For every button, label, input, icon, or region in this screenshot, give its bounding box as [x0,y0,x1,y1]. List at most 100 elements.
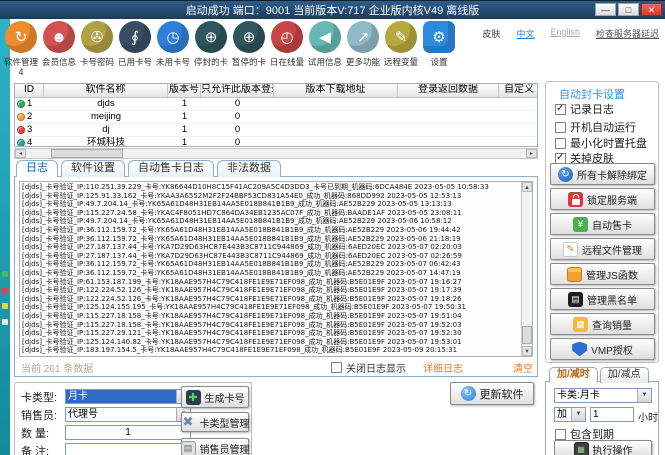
sync-icon: ↻ [5,21,37,53]
paperclip-icon: ∮ [119,21,151,53]
toolbar-used-cards[interactable]: ∮ 已用卡号 [116,21,154,76]
clear-log-link[interactable]: 清空 [513,360,533,375]
minimize-button[interactable]: — [595,3,616,16]
ops-operation-select[interactable]: 加 ▼ [554,407,586,422]
checkbox-icon[interactable] [555,122,566,133]
toolbar-banned-cards[interactable]: ⊕ 停封的卡 [192,21,230,76]
tab-add-subtract-time[interactable]: 加/减时 [549,367,598,383]
update-software-button[interactable]: ↻ 更新软件 [450,382,534,405]
scroll-right-icon[interactable]: ▸ [526,149,537,158]
minimize-to-tray-checkbox[interactable]: 最小化时置托盘 [555,135,647,151]
document-icon: ✎ [385,21,417,53]
toolbar-settings[interactable]: ⚙ 设置 [420,21,458,76]
refresh-icon: ↻ [461,386,476,401]
toolbar-card-password[interactable]: ✇ 卡号密码 [78,21,116,76]
unbind-all-cards-button[interactable]: ↻ 所有卡解除绑定 [550,163,655,185]
table-row[interactable]: 2 meijing 1 0 [15,111,537,124]
query-sales-button[interactable]: ▦ 查询销量 [550,313,655,335]
auto-sell-button[interactable]: ¥ 自动售卡 [550,213,655,235]
chinese-link[interactable]: 中文 [516,27,534,40]
toolbar-paused-cards[interactable]: ⊕ 暂停的卡 [230,21,268,76]
ops-amount-input[interactable] [590,407,634,422]
detail-log-link[interactable]: 详细日志 [423,360,463,375]
scroll-up-icon[interactable]: ▲ [522,182,532,192]
document-pencil-icon: ✎ [563,242,578,257]
remote-file-manage-button[interactable]: ✎ 远程文件管理 [550,238,655,260]
clock-icon: ◷ [157,21,189,53]
toolbar-unused-cards[interactable]: ◷ 未用卡号 [154,21,192,76]
tools-icon: ✖ [181,415,196,430]
maximize-button[interactable]: □ [618,3,639,16]
manage-js-functions-button[interactable]: 管理JS函数 [550,263,655,285]
ops-card-type-select[interactable]: 卡类:月卡 ▼ [554,388,652,403]
skin-link[interactable]: 皮肤 [482,27,500,40]
quantity-input[interactable] [65,425,191,440]
seller-select[interactable]: 代理号 ▼ [65,407,191,422]
close-button[interactable]: ✕ [641,3,662,16]
lock-server-button[interactable]: 锁定服务端 [550,188,655,210]
log-output[interactable]: [djds]_卡号验证_IP:110.251.39.229_卡号:YK86644… [19,181,533,357]
scroll-down-icon[interactable]: ▼ [522,346,532,356]
tab-illegal-data[interactable]: 非法数据 [217,160,281,177]
autostart-checkbox[interactable]: 开机自动运行 [555,119,636,135]
main-tabs: 日志 软件设置 自动售卡日志 非法数据 [16,160,284,177]
card-generate-group: 卡类型: 月卡 ▼ 销售员: 代理号 ▼ 数 量: 备 注: ✚ 生成卡号 ✖ [14,382,252,455]
gear-icon: ⚙ [423,21,455,53]
background-fragment [2,287,8,293]
log-line: [djds]_卡号验证_IP:115.227.18.158_卡号:YK18AAE… [22,321,520,330]
card-type-select[interactable]: 月卡 ▼ [65,389,191,404]
scrollbar-thumb[interactable] [51,149,123,158]
main-toolbar: ↻ 软件管理 4 ☻ 会员信息 ✇ 卡号密码 ∮ 已用卡号 ◷ 未用卡号 ⊕ 停… [2,21,458,76]
toolbar-more-functions[interactable]: ↗ 更多功能 [344,21,382,76]
lock-icon [568,192,583,207]
tab-add-subtract-points[interactable]: 加/减点 [600,367,649,383]
log-count: 当前 261 条数据 [21,360,93,375]
english-link[interactable]: English [550,27,580,40]
card-type-manage-button[interactable]: ✖ 卡类型管理 [181,412,249,432]
log-line: [djds]_卡号验证_IP:36.112.159.72_卡号:YK65A61D… [22,260,520,269]
ops-box: 加/减时 加/减点 卡类:月卡 ▼ 加 ▼ 小时 包含到期 ▦ 执行操作 [545,367,659,455]
table-row[interactable]: 3 dj 1 0 [15,124,537,137]
log-line: [djds]_卡号验证_IP:183.197.154.5_卡号:YK18AAE9… [22,346,520,355]
record-log-checkbox[interactable]: 记录日志 [555,101,614,117]
generate-card-button[interactable]: ✚ 生成卡号 [181,386,249,408]
execute-operation-button[interactable]: ▦ 执行操作 [554,440,652,455]
table-row[interactable]: 4 环城科技 1 0 [15,137,537,147]
tab-log[interactable]: 日志 [16,160,58,177]
vmp-authorize-button[interactable]: VMP授权 [550,338,655,360]
check-server-latency-link[interactable]: 检查服务器延迟 [596,27,659,40]
auto-ban-settings-link[interactable]: 自动封卡设置 [559,86,625,102]
table-horizontal-scrollbar[interactable]: ◂ ▸ [14,148,538,159]
checkbox-icon[interactable] [555,104,566,115]
toolbar-remote-variables[interactable]: ✎ 远程变量 [382,21,420,76]
tab-software-settings[interactable]: 软件设置 [61,160,125,177]
checkbox-icon[interactable] [555,429,566,440]
megaphone-icon: ◀ [309,21,341,53]
log-vertical-scrollbar[interactable]: ▲ ▼ [521,182,532,356]
chevron-down-icon[interactable]: ▼ [571,408,585,421]
seller-manage-button[interactable]: ▤ 销售员管理 [181,438,249,455]
scrollbar-thumb[interactable] [522,326,532,344]
checkbox-icon[interactable] [555,138,566,149]
background-fragment [2,303,8,309]
checkbox-icon[interactable] [331,362,342,373]
log-line: [djds]_卡号验证_IP:125.124.140.82_卡号:YK18AAE… [22,338,520,347]
left-skin-strip [0,19,10,455]
chart-icon: ↗ [347,21,379,53]
toolbar-member-info[interactable]: ☻ 会员信息 [40,21,78,76]
board-icon: ▦ [574,442,589,455]
toolbar-software-manage[interactable]: ↻ 软件管理 4 [2,21,40,76]
checkbox-icon[interactable] [555,153,566,164]
scroll-left-icon[interactable]: ◂ [15,149,26,158]
note-input[interactable] [65,443,191,455]
chevron-down-icon[interactable]: ▼ [637,389,651,402]
log-line: [djds]_卡号验证_IP:125.91.33.162_卡号:YKAA3A65… [22,192,520,201]
log-panel: [djds]_卡号验证_IP:110.251.39.229_卡号:YK86644… [14,176,538,377]
toolbar-trial-info[interactable]: ◀ 试用信息 [306,21,344,76]
close-log-checkbox[interactable]: 关闭日志显示 [331,360,406,375]
manage-blacklist-button[interactable]: ▤ 管理黑名单 [550,288,655,310]
toolbar-daily-online[interactable]: ◴ 日在线量 [268,21,306,76]
tab-auto-sell-log[interactable]: 自动售卡日志 [128,160,214,177]
background-fragment [2,319,8,325]
table-row[interactable]: 1 djds 1 0 [15,98,537,111]
